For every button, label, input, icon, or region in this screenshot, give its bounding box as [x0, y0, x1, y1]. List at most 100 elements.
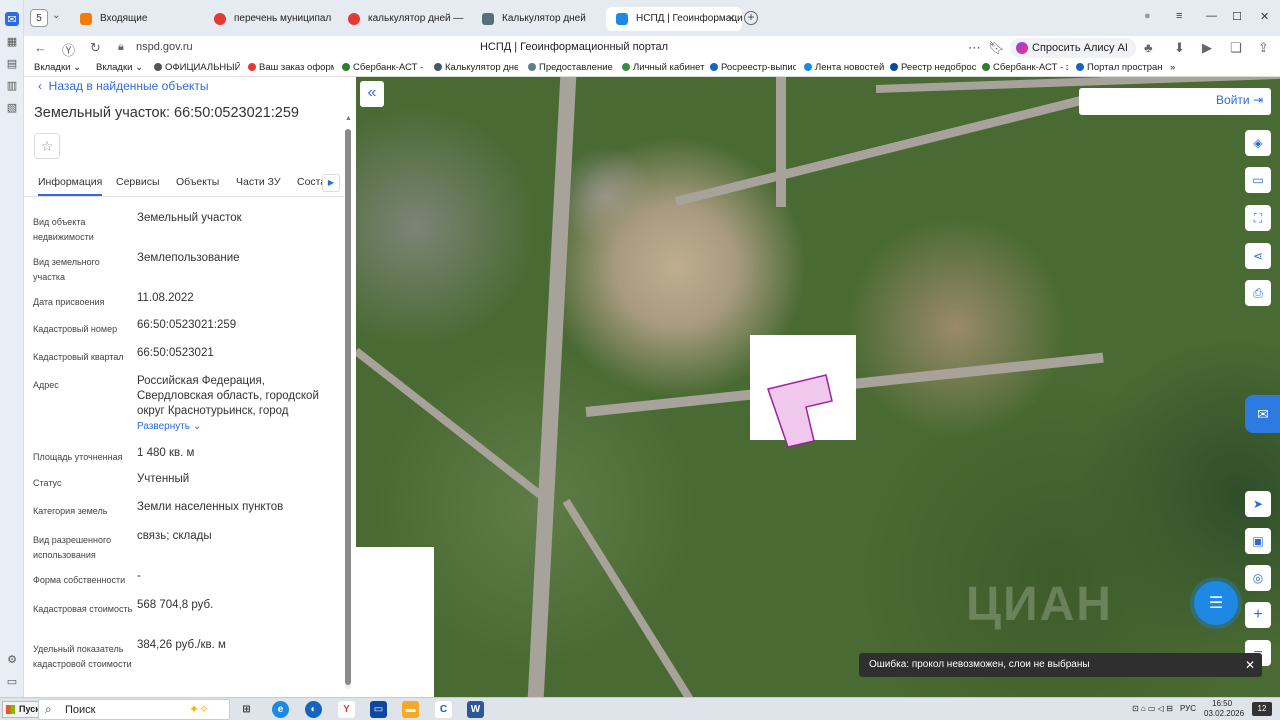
menu-icon[interactable]: ≡ [1176, 10, 1182, 22]
field-label: Кадастровая стоимость [33, 604, 133, 614]
document-icon[interactable]: ▤ [5, 56, 19, 70]
field-label: Форма собственности [33, 575, 126, 585]
tab-services[interactable]: Сервисы [116, 176, 160, 188]
collections-icon[interactable]: ❏ [1230, 40, 1242, 56]
bookmark-item[interactable]: Вкладки ⌄ [34, 62, 81, 73]
share-icon[interactable]: ⇪ [1258, 40, 1269, 56]
browser-app-icon[interactable]: ◐ [305, 701, 322, 718]
layers-icon[interactable]: ◈ [1245, 130, 1271, 156]
expand-link[interactable]: Развернуть ⌄ [137, 421, 201, 432]
picture-in-picture-icon[interactable]: ▣ [1245, 528, 1271, 554]
bookmark-item[interactable]: Портал простран [1076, 62, 1168, 73]
clock-time[interactable]: 16:50 [1212, 699, 1232, 708]
bookmark-icon[interactable]: 🔖︎ [988, 40, 1005, 56]
extension-icon[interactable]: ♣ [1144, 40, 1153, 55]
land-parcel-polygon[interactable] [750, 335, 856, 475]
notification-badge[interactable]: 12 [1252, 702, 1272, 716]
bookmark-item[interactable]: Вкладки ⌄ [96, 62, 143, 73]
field-label: Вид земельного участка [33, 257, 100, 282]
map-blank-area [356, 547, 434, 697]
window-close-icon[interactable]: ✕ [1260, 10, 1269, 23]
calendar-icon[interactable]: ▦ [5, 34, 19, 48]
bookmark-item[interactable]: Лента новостей [804, 62, 886, 73]
ruler-icon[interactable]: ▭ [1245, 167, 1271, 193]
select-area-icon[interactable]: ⛶ [1245, 205, 1271, 231]
word-icon[interactable]: W [467, 701, 484, 718]
tab-information[interactable]: Информация [38, 176, 103, 196]
bookmark-item[interactable]: Ваш заказ оформ [248, 62, 334, 73]
desktop-app-icon[interactable]: ▭ [370, 701, 387, 718]
zoom-in-icon[interactable]: + [1245, 602, 1271, 628]
close-icon[interactable]: ✕ [727, 7, 736, 31]
bookmark-item[interactable]: Сбербанк-АСТ - з [342, 62, 426, 73]
mail-icon[interactable]: ✉ [5, 12, 19, 26]
map-road [562, 498, 718, 697]
tab-days-calc-yandex[interactable]: калькулятор дней — Янде [338, 7, 466, 31]
media-icon[interactable]: ▶ [1202, 40, 1212, 56]
tab-days-calc[interactable]: Калькулятор дней [472, 7, 600, 31]
bookmark-item[interactable]: Личный кабинет [622, 62, 706, 73]
chat-icon[interactable]: ☰ [1194, 581, 1238, 625]
clock-date[interactable]: 03.02.2026 [1204, 709, 1244, 718]
bookmark-item[interactable]: ОФИЦИАЛЬНЫЙ [154, 62, 240, 73]
edge-icon[interactable]: e [272, 701, 289, 718]
field-value[interactable]: 66:50:0523021 [137, 346, 333, 361]
share-icon[interactable]: ⋖ [1245, 243, 1271, 269]
field-value: Земельный участок [137, 212, 242, 224]
tab-label: калькулятор дней — Янде [368, 13, 466, 24]
field-value[interactable]: 66:50:0523021:259 [137, 318, 333, 333]
language-indicator[interactable]: РУС [1180, 704, 1196, 713]
task-view-icon[interactable]: ⊞ [238, 701, 255, 718]
panel-toggle-icon[interactable]: ▭ [5, 674, 19, 688]
scroll-up-icon[interactable]: ▲ [345, 115, 352, 122]
tab-counter[interactable]: 5 [30, 9, 48, 27]
taskbar-search[interactable]: ⌕ Поиск ✦✧ [38, 699, 230, 720]
new-tab-icon[interactable]: + [744, 11, 758, 25]
clipboard-icon[interactable]: ▥ [5, 78, 19, 92]
navigate-icon[interactable]: ➤ [1245, 491, 1271, 517]
tab-inbox[interactable]: Входящие [70, 7, 198, 31]
login-box: Войти ⇥ [1079, 88, 1271, 115]
tab-objects[interactable]: Объекты [176, 176, 219, 188]
yandex-browser-icon[interactable]: Y [338, 701, 355, 718]
star-icon[interactable]: ☆ [34, 133, 60, 159]
collapse-panel-icon[interactable]: « [360, 81, 384, 107]
map-view[interactable]: « Войти ⇥ ◈ ▭ ⛶ ⋖ ⎙ ✉ ➤ ▣ ◎ + − ☰ ЦИАН О… [356, 77, 1280, 697]
file-explorer-icon[interactable]: ▬ [402, 701, 419, 718]
login-button[interactable]: Войти ⇥ [1216, 93, 1263, 107]
tab-parts[interactable]: Части ЗУ [236, 176, 281, 188]
bookmark-item[interactable]: Предоставление [528, 62, 614, 73]
close-icon[interactable]: ✕ [1245, 653, 1255, 677]
page-title: НСПД | Геоинформационный портал [479, 41, 669, 53]
tab-municipal-list[interactable]: перечень муниципально [204, 7, 332, 31]
bookmark-item[interactable]: Калькулятор дне [434, 62, 518, 73]
toast-message: Ошибка: прокол невозможен, слои не выбра… [869, 659, 1090, 670]
bookmark-item[interactable]: Сбербанк-АСТ - з [982, 62, 1068, 73]
maximize-icon[interactable]: ☐ [1232, 10, 1242, 23]
scrollbar-thumb[interactable] [345, 129, 351, 685]
panel-scrollbar[interactable] [345, 129, 351, 689]
ask-alice-button[interactable]: Спросить Алису AI [1010, 38, 1136, 58]
print-icon[interactable]: ⎙ [1245, 280, 1271, 306]
more-icon[interactable]: ⋯ [968, 40, 981, 56]
minimize-icon[interactable]: — [1206, 10, 1217, 22]
field-value: 1 480 кв. м [137, 447, 195, 459]
back-to-results-link[interactable]: ‹ Назад в найденные объекты [38, 79, 209, 93]
support-icon[interactable]: ✉ [1245, 395, 1280, 433]
downloads-icon[interactable]: ⬇ [1174, 40, 1185, 56]
settings-icon[interactable]: ⚙ [5, 652, 19, 666]
bookmark-item[interactable]: Росреестр-выпис [710, 62, 796, 73]
tabs-scroll-right-icon[interactable]: ▶ [322, 174, 340, 192]
app-c-icon[interactable]: C [435, 701, 452, 718]
chevron-down-icon[interactable]: ⌄ [52, 10, 60, 21]
tab-nspd[interactable]: НСПД | Геоинформаци ✕ [606, 7, 742, 31]
field-label: Кадастровый квартал [33, 352, 124, 362]
tray-icons[interactable]: ⊡ ⌂ ▭ ◁ ⊟ [1132, 704, 1173, 713]
more-bookmarks-icon[interactable]: » [1170, 62, 1175, 73]
geolocation-icon[interactable]: ◎ [1245, 565, 1271, 591]
bookmark-item[interactable]: Реестр недобросо [890, 62, 976, 73]
field-label: Категория земель [33, 506, 108, 516]
profile-icon[interactable]: ● [1144, 10, 1151, 22]
notes-icon[interactable]: ▧ [5, 100, 19, 114]
field-value: Российская Федерация, Свердловская облас… [137, 374, 333, 434]
